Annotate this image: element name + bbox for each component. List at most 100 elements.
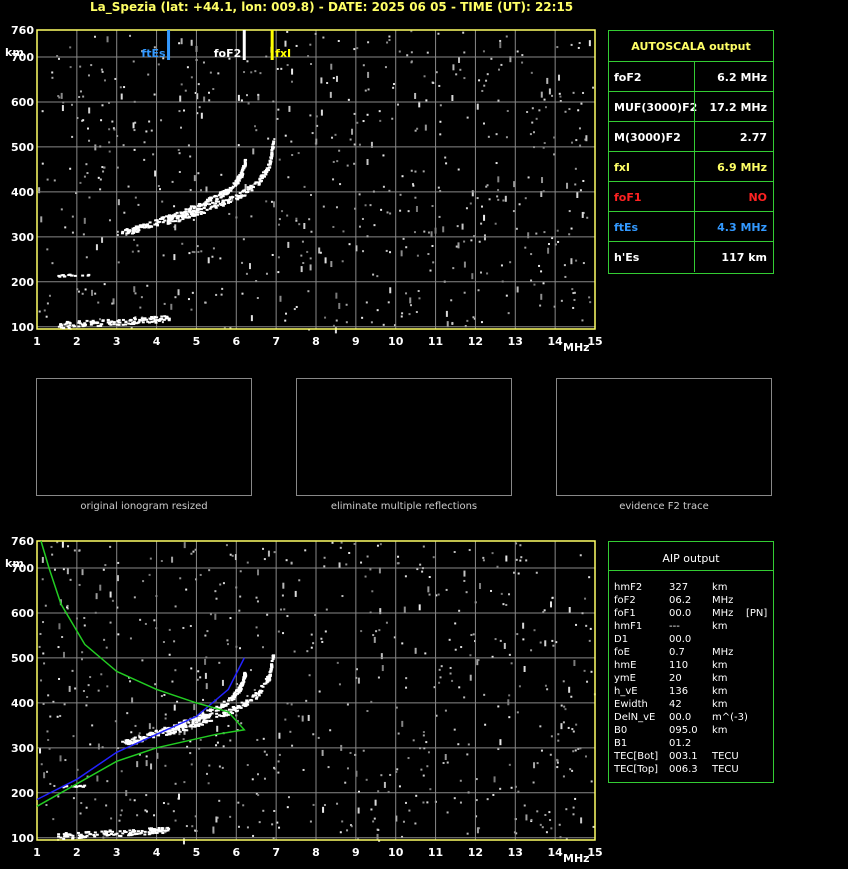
trace-point [140, 829, 144, 832]
trace-point [221, 194, 225, 197]
noise-dot [202, 61, 205, 64]
y-tick-label: 500 [11, 141, 34, 154]
noise-dot [94, 798, 97, 801]
noise-dot [160, 560, 163, 563]
noise-dot [238, 609, 241, 612]
trace-point [82, 835, 86, 838]
noise-dot [182, 626, 185, 629]
noise-dot [120, 809, 123, 812]
noise-dot [401, 175, 404, 178]
noise-dot [371, 590, 374, 593]
noise-dot [562, 680, 565, 683]
noise-dot [483, 214, 486, 221]
noise-dot [445, 588, 448, 591]
trace-point [168, 219, 172, 222]
noise-dot [93, 35, 96, 38]
noise-dot [43, 309, 46, 312]
noise-dot [114, 77, 117, 80]
noise-dot [51, 76, 54, 79]
noise-dot [290, 140, 293, 143]
trace-point [232, 698, 236, 701]
noise-dot [191, 825, 194, 828]
noise-dot [483, 693, 486, 696]
noise-dot [287, 796, 290, 799]
noise-dot [192, 550, 195, 553]
trace-point [124, 739, 128, 742]
noise-dot [64, 226, 67, 229]
noise-dot [426, 765, 429, 768]
noise-dot [329, 91, 332, 98]
trace-point [154, 319, 158, 322]
trace-point [130, 738, 134, 741]
noise-dot [279, 608, 282, 611]
noise-dot [492, 793, 495, 796]
trace-point [162, 318, 166, 321]
trace-point [62, 837, 66, 840]
noise-dot [385, 621, 388, 624]
noise-dot [82, 95, 85, 98]
noise-dot [46, 248, 49, 251]
trace-point [64, 833, 68, 836]
noise-dot [377, 676, 380, 679]
noise-dot [460, 646, 463, 649]
noise-dot [307, 290, 310, 293]
noise-dot [241, 292, 244, 295]
trace-point [57, 833, 61, 836]
noise-dot [510, 662, 513, 665]
noise-dot [535, 571, 538, 574]
noise-dot [353, 542, 356, 545]
trace-point [243, 163, 247, 166]
x-axis-label: MHz [563, 852, 590, 865]
trace-point [99, 323, 103, 326]
noise-dot [215, 744, 218, 747]
noise-dot [530, 253, 533, 256]
noise-dot [111, 599, 114, 602]
trace-point [181, 212, 185, 215]
noise-dot [422, 801, 425, 804]
noise-dot [571, 141, 574, 144]
noise-dot [454, 648, 457, 651]
trace-point [125, 742, 129, 745]
trace-point [258, 180, 262, 183]
noise-dot [324, 630, 327, 633]
noise-dot [535, 117, 538, 120]
noise-dot [556, 761, 559, 764]
noise-dot [214, 590, 217, 593]
noise-dot [453, 797, 456, 800]
trace-point [93, 835, 97, 838]
noise-dot [229, 617, 232, 620]
trace-point [109, 832, 113, 835]
noise-dot [520, 556, 523, 559]
trace-point [254, 692, 258, 695]
trace-point [184, 210, 188, 213]
noise-dot [183, 781, 186, 784]
trace-point [117, 321, 121, 324]
trace-point [242, 189, 246, 192]
noise-dot [204, 301, 207, 304]
y-tick-label: 100 [11, 321, 34, 334]
trace-point [69, 834, 73, 837]
noise-dot [585, 624, 588, 627]
trace-point [226, 200, 230, 203]
noise-dot [351, 128, 354, 135]
noise-dot [159, 188, 162, 191]
noise-dot [263, 777, 266, 780]
noise-dot [550, 735, 553, 738]
noise-dot [588, 40, 591, 47]
noise-dot [431, 244, 434, 247]
trace-point [100, 830, 104, 833]
noise-dot [570, 695, 573, 698]
noise-dot [263, 558, 266, 561]
noise-dot [206, 630, 209, 633]
x-tick-label: 8 [312, 335, 320, 348]
trace-point [236, 182, 240, 185]
noise-dot [205, 772, 208, 775]
noise-dot [345, 321, 348, 324]
noise-dot [255, 626, 258, 629]
noise-dot [99, 178, 102, 181]
noise-dot [295, 44, 298, 47]
noise-dot [246, 561, 249, 564]
trace-point [227, 699, 231, 702]
noise-dot [533, 762, 536, 769]
noise-dot [550, 827, 553, 830]
